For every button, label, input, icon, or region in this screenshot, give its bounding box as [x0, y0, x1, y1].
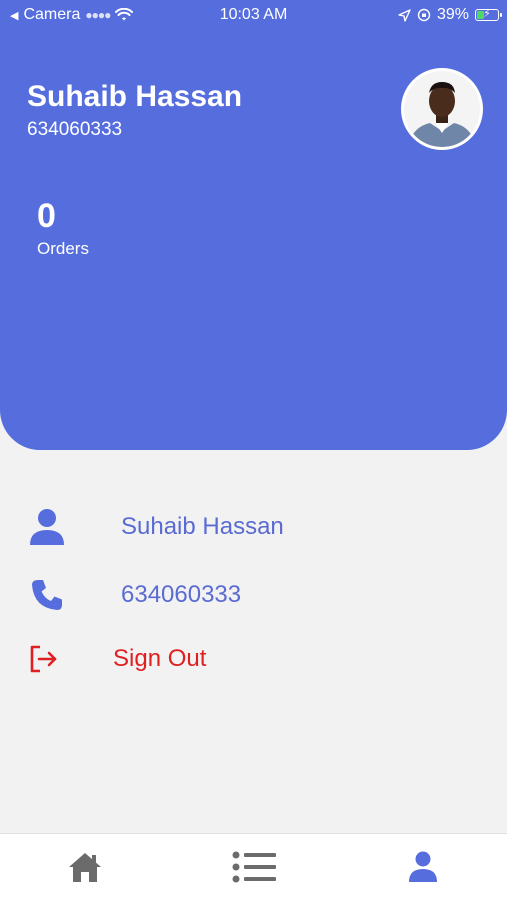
status-right-group: 39% ⚡ [398, 6, 502, 24]
detail-row-name: Suhaib Hassan [0, 502, 507, 552]
charging-bolt-icon: ⚡ [483, 8, 491, 20]
user-icon [30, 509, 64, 545]
profile-header: ◀ Camera ●●●● 10:03 AM 39% ⚡ Suhaib Hass… [0, 0, 507, 450]
user-icon [408, 851, 437, 882]
list-icon [232, 851, 276, 883]
battery-icon: ⚡ [475, 8, 502, 21]
home-icon [68, 853, 101, 882]
detail-row-phone: 634060333 [0, 570, 507, 620]
sign-out-button[interactable]: Sign Out [0, 634, 507, 684]
tab-home[interactable] [0, 834, 169, 900]
detail-name-value: Suhaib Hassan [121, 513, 284, 540]
user-photo-icon [404, 71, 480, 147]
orientation-lock-icon [417, 8, 431, 22]
tab-profile[interactable] [338, 834, 507, 900]
phone-icon [32, 580, 62, 610]
orders-count: 0 [37, 197, 56, 235]
status-bar: ◀ Camera ●●●● 10:03 AM 39% ⚡ [0, 0, 507, 30]
tab-orders-list[interactable] [169, 834, 338, 900]
detail-phone-value: 634060333 [121, 581, 242, 608]
orders-label: Orders [37, 239, 89, 258]
location-arrow-icon [398, 8, 411, 22]
sign-out-label: Sign Out [113, 645, 207, 672]
avatar[interactable] [401, 68, 483, 150]
profile-name: Suhaib Hassan [27, 80, 243, 113]
sign-out-icon [30, 645, 57, 673]
tab-bar [0, 833, 507, 900]
profile-phone: 634060333 [27, 119, 123, 140]
battery-percent: 39% [436, 6, 469, 23]
